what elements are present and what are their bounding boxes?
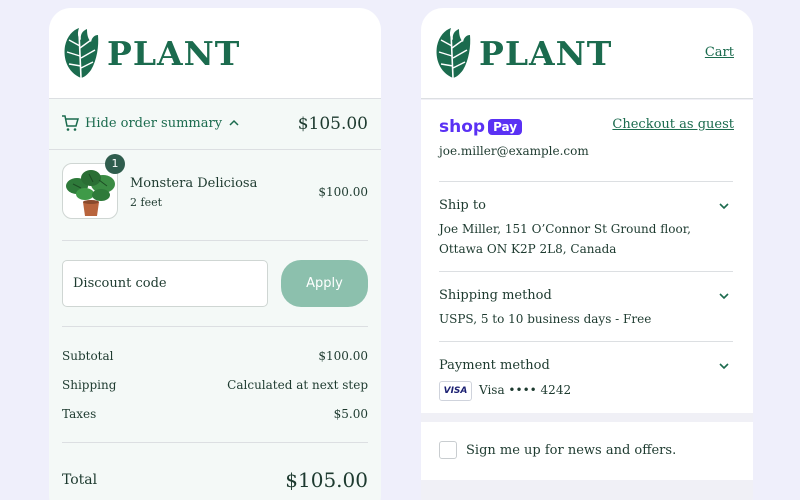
divider: [62, 240, 368, 241]
taxes-value: $5.00: [333, 407, 368, 421]
total-value: $105.00: [285, 468, 368, 492]
product-price: $100.00: [318, 185, 368, 199]
brand-logo[interactable]: PLANT: [61, 26, 240, 80]
account-email: joe.miller@example.com: [439, 144, 589, 158]
brand-logo[interactable]: PLANT: [433, 26, 612, 80]
shop-pay-pay-badge: Pay: [488, 119, 523, 135]
total-label: Total: [62, 472, 98, 488]
payment-method-title: Payment method: [439, 358, 550, 373]
taxes-label: Taxes: [62, 407, 97, 421]
shipping-method-value: USPS, 5 to 10 business days - Free: [439, 312, 652, 326]
hide-order-summary-button[interactable]: Hide order summary: [61, 114, 240, 132]
brand-name: PLANT: [107, 33, 241, 73]
subtotal-value: $100.00: [318, 349, 368, 363]
cart-line-item: 1 Monstera Deliciosa 2 feet $100.00: [62, 154, 368, 221]
monstera-leaf-icon: [64, 28, 99, 79]
order-summary-panel: PLANT Hide order summary $105.00 1 Monst…: [49, 8, 381, 500]
order-summary-toggle-row: Hide order summary $105.00: [49, 99, 381, 150]
visa-card-icon: VISA: [439, 381, 472, 401]
shipping-method-title: Shipping method: [439, 288, 552, 303]
address-line-2: Ottawa ON K2P 2L8, Canada: [439, 242, 617, 256]
newsletter-label[interactable]: Sign me up for news and offers.: [466, 443, 676, 458]
divider: [62, 326, 368, 327]
brand-name: PLANT: [479, 33, 613, 73]
shipping-label: Shipping: [62, 378, 117, 392]
newsletter-card: Sign me up for news and offers.: [421, 422, 753, 480]
shop-pay-shop-text: shop: [439, 117, 486, 137]
summary-total: $105.00: [297, 114, 368, 134]
discount-code-input[interactable]: [62, 260, 268, 307]
hide-order-summary-label: Hide order summary: [85, 115, 223, 131]
divider: [62, 442, 368, 443]
shipping-value: Calculated at next step: [227, 378, 368, 392]
card-summary: Visa •••• 4242: [479, 383, 572, 397]
right-header: PLANT Cart: [421, 8, 753, 99]
cart-link[interactable]: Cart: [705, 45, 734, 60]
checkout-as-guest-link[interactable]: Checkout as guest: [612, 117, 734, 132]
divider: [439, 341, 733, 342]
newsletter-checkbox[interactable]: [439, 441, 457, 459]
product-name: Monstera Deliciosa: [130, 176, 258, 191]
left-header: PLANT: [49, 8, 381, 99]
subtotal-label: Subtotal: [62, 349, 114, 363]
chevron-up-icon: [229, 119, 239, 126]
cart-icon: [62, 115, 79, 131]
product-variant: 2 feet: [130, 196, 163, 209]
quantity-badge: 1: [105, 154, 125, 174]
chevron-down-icon[interactable]: [718, 290, 730, 302]
product-thumbnail: 1: [62, 154, 125, 219]
apply-discount-button[interactable]: Apply: [281, 260, 368, 307]
address-line-1: Joe Miller, 151 O’Connor St Ground floor…: [439, 222, 691, 236]
monstera-leaf-icon: [436, 28, 471, 79]
chevron-down-icon[interactable]: [718, 200, 730, 212]
chevron-down-icon[interactable]: [718, 360, 730, 372]
ship-to-title: Ship to: [439, 198, 486, 213]
checkout-details-card: shop Pay Checkout as guest joe.miller@ex…: [421, 100, 753, 413]
divider: [439, 181, 733, 182]
checkout-panel: PLANT Cart shop Pay Checkout as guest jo…: [421, 8, 753, 500]
divider: [439, 271, 733, 272]
shop-pay-logo[interactable]: shop Pay: [439, 117, 523, 137]
ship-to-address: Joe Miller, 151 O’Connor St Ground floor…: [439, 219, 691, 259]
